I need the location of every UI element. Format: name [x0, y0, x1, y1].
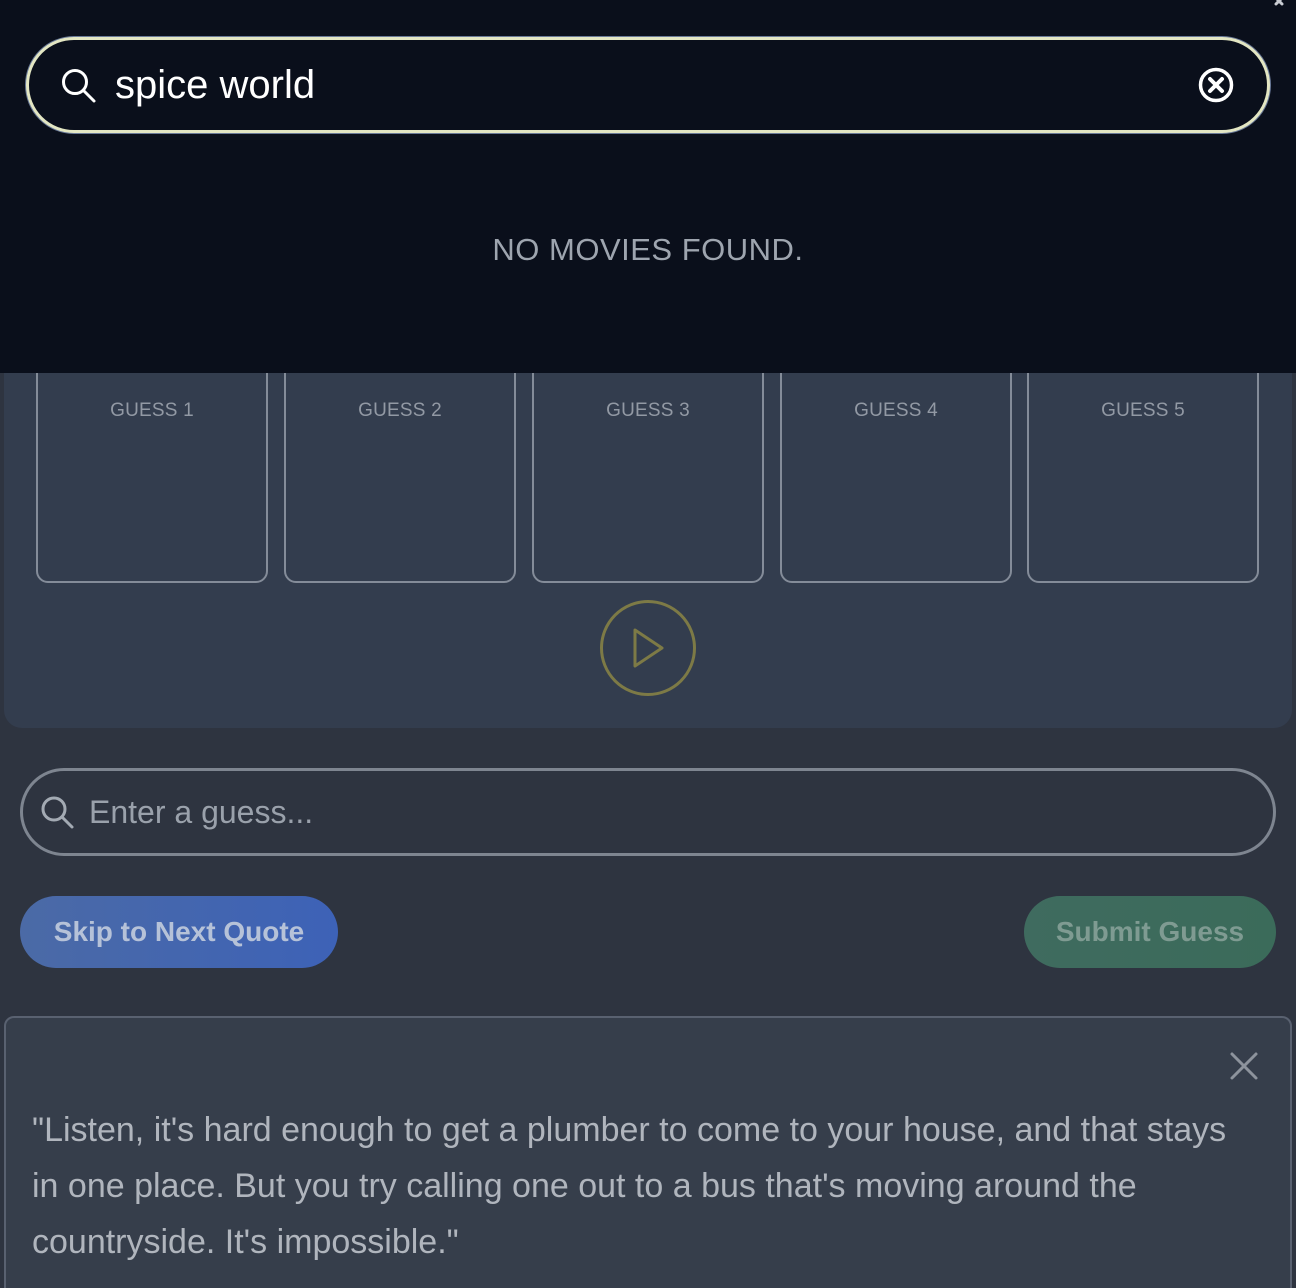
- guess-slot-label: GUESS 1: [110, 400, 194, 421]
- guess-slot-2: GUESS 2: [284, 350, 516, 583]
- guess-input[interactable]: [89, 782, 1273, 842]
- guess-slot-label: GUESS 5: [1101, 400, 1185, 421]
- clear-circle-x-icon[interactable]: [1197, 66, 1235, 104]
- skip-to-next-quote-button[interactable]: Skip to Next Quote: [20, 896, 338, 968]
- close-icon[interactable]: [1260, 0, 1296, 8]
- movie-search-container[interactable]: [26, 37, 1270, 133]
- play-button[interactable]: [600, 600, 696, 696]
- quote-card: "Listen, it's hard enough to get a plumb…: [4, 1016, 1292, 1288]
- play-icon: [633, 628, 664, 668]
- guess-slot-3: GUESS 3: [532, 350, 764, 583]
- guess-input-container[interactable]: [20, 768, 1276, 856]
- movie-search-input[interactable]: [115, 53, 1197, 117]
- quote-text: "Listen, it's hard enough to get a plumb…: [32, 1111, 1227, 1261]
- no-results-message: NO MOVIES FOUND.: [492, 232, 804, 267]
- submit-guess-button[interactable]: Submit Guess: [1024, 896, 1276, 968]
- search-overlay: NO MOVIES FOUND.: [0, 0, 1296, 373]
- guess-slot-4: GUESS 4: [780, 350, 1012, 583]
- guess-slot-label: GUESS 3: [606, 400, 690, 421]
- guess-slot-1: GUESS 1: [36, 350, 268, 583]
- search-icon: [41, 796, 74, 829]
- guess-slot-label: GUESS 2: [358, 400, 442, 421]
- guess-slot-5: GUESS 5: [1027, 350, 1259, 583]
- search-icon: [62, 69, 96, 103]
- guess-slot-label: GUESS 4: [854, 400, 938, 421]
- close-icon[interactable]: [1228, 1050, 1260, 1082]
